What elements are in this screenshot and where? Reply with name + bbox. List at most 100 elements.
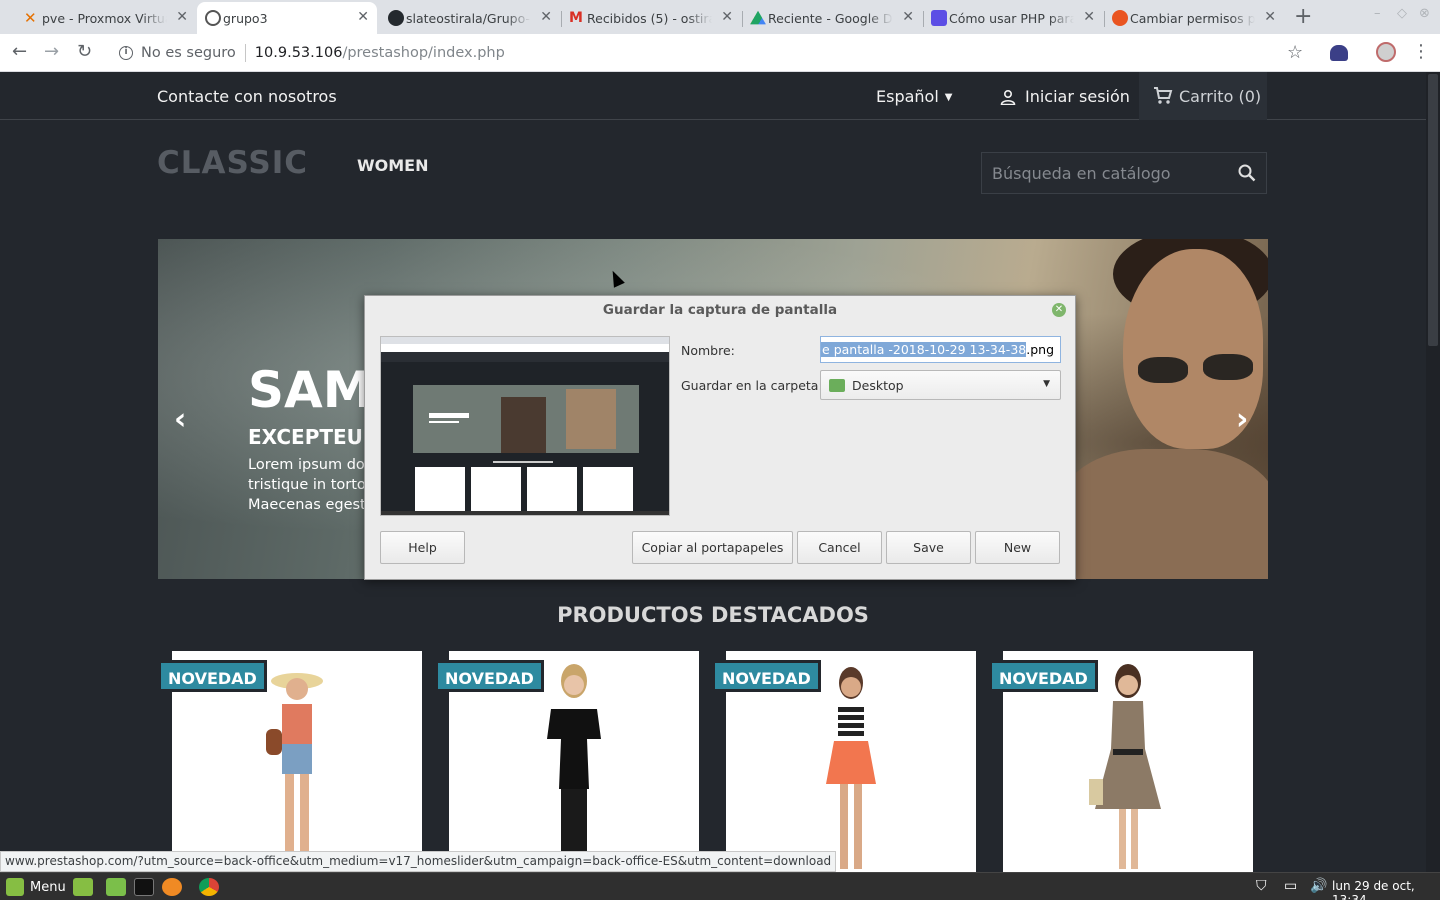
shield-icon[interactable]: ⛉: [1256, 878, 1267, 894]
novedad-badge: NOVEDAD: [989, 660, 1098, 692]
cart-button[interactable]: Carrito (0): [1139, 72, 1267, 120]
tab-title: slateostirala/Grupo-3: [406, 10, 531, 26]
back-icon[interactable]: ←: [12, 41, 27, 62]
search-icon[interactable]: [1238, 164, 1256, 182]
forward-icon[interactable]: →: [44, 41, 59, 62]
save-button[interactable]: Save: [886, 531, 971, 564]
file-manager-icon[interactable]: [106, 878, 126, 896]
folder-label: Guardar en la carpeta:: [681, 378, 823, 393]
clock[interactable]: lun 29 de oct, 13:34: [1332, 879, 1440, 900]
name-label: Nombre:: [681, 343, 735, 358]
shop-header: CLASSIC WOMEN: [0, 121, 1426, 213]
screenshot-thumbnail: [381, 337, 669, 515]
tab-grupo3[interactable]: grupo3 ✕: [197, 2, 377, 34]
link-status-bar: www.prestashop.com/?utm_source=back-offi…: [0, 851, 837, 872]
divider: [244, 44, 246, 62]
tab-title: Cómo usar PHP para: [949, 10, 1074, 26]
maximize-icon[interactable]: ◇: [1397, 6, 1407, 21]
url-text[interactable]: 10.9.53.106/prestashop/index.php: [255, 45, 505, 61]
folder-value: Desktop: [852, 377, 904, 393]
language-label: Español: [876, 87, 939, 106]
tab-github[interactable]: slateostirala/Grupo-3 ✕: [380, 2, 560, 34]
folder-select[interactable]: Desktop ▼: [820, 370, 1061, 400]
shop-top-nav: Contacte con nosotros Español ▼ Iniciar s…: [0, 72, 1426, 120]
close-tab-icon[interactable]: ✕: [902, 9, 914, 25]
firefox-icon[interactable]: [162, 878, 182, 896]
url-path: /prestashop/index.php: [342, 45, 505, 61]
menu-item-women[interactable]: WOMEN: [357, 156, 429, 175]
mint-menu-icon: [6, 878, 24, 896]
dialog-title: Guardar la captura de pantalla: [602, 302, 838, 318]
close-tab-icon[interactable]: ✕: [176, 9, 188, 25]
tab-strip: ✕ pve - Proxmox Virtual Environment ✕ gr…: [0, 0, 1440, 34]
bookmark-star-icon[interactable]: ☆: [1287, 42, 1303, 63]
slide-image-figure: [1203, 354, 1253, 380]
novedad-badge: NOVEDAD: [712, 660, 821, 692]
slider-next-icon[interactable]: ›: [1236, 402, 1248, 437]
tab-permisos[interactable]: Cambiar permisos para ✕: [1104, 2, 1284, 34]
close-icon[interactable]: ✕: [1052, 303, 1066, 317]
slider-prev-icon[interactable]: ‹: [174, 402, 186, 437]
close-tab-icon[interactable]: ✕: [1083, 9, 1095, 25]
contact-link[interactable]: Contacte con nosotros: [157, 87, 337, 106]
cart-icon: [1154, 87, 1173, 104]
notifications-icon[interactable]: ▭: [1284, 878, 1297, 894]
caret-down-icon: ▼: [944, 92, 953, 103]
close-tab-icon[interactable]: ✕: [721, 9, 733, 25]
tab-title: Recibidos (5) - ostirala: [587, 10, 712, 26]
copy-to-clipboard-button[interactable]: Copiar al portapapeles: [632, 531, 793, 564]
new-tab-icon[interactable]: +: [1294, 4, 1312, 29]
tab-gmail[interactable]: M Recibidos (5) - ostirala ✕: [561, 2, 741, 34]
browser-menu-icon[interactable]: ⋮: [1412, 41, 1430, 62]
tab-title: grupo3: [223, 10, 268, 26]
chrome-icon[interactable]: [199, 878, 219, 896]
featured-title: PRODUCTOS DESTACADOS: [557, 603, 869, 627]
filename-input[interactable]: Captura de pantalla -2018-10-29 13-34-38…: [820, 336, 1061, 363]
google-drive-icon: [750, 10, 766, 25]
profile-avatar[interactable]: [1376, 42, 1396, 62]
start-menu-button[interactable]: Menu: [6, 878, 66, 896]
close-tab-icon[interactable]: ✕: [540, 9, 552, 25]
user-icon: [1000, 89, 1016, 105]
cart-label: Carrito (0): [1179, 86, 1262, 106]
menu-label: Menu: [30, 879, 66, 895]
scrollbar-thumb[interactable]: [1428, 74, 1438, 346]
minimize-icon[interactable]: –: [1374, 6, 1381, 21]
info-icon[interactable]: i: [119, 46, 133, 60]
prestashop-icon: [205, 10, 221, 26]
save-screenshot-dialog: Guardar la captura de pantalla ✕ Nombre:…: [364, 295, 1076, 580]
proxmox-icon: ✕: [24, 9, 37, 27]
close-tab-icon[interactable]: ✕: [1264, 9, 1276, 25]
tab-google-drive[interactable]: Reciente - Google Drive ✕: [742, 2, 922, 34]
novedad-badge: NOVEDAD: [435, 660, 544, 692]
ubuntu-icon: [1112, 10, 1128, 26]
help-button[interactable]: Help: [380, 531, 465, 564]
catalog-search: [981, 152, 1267, 194]
reload-icon[interactable]: ↻: [77, 41, 92, 62]
language-selector[interactable]: Español ▼: [876, 87, 952, 106]
cancel-button[interactable]: Cancel: [797, 531, 882, 564]
volume-icon[interactable]: 🔊: [1310, 878, 1327, 894]
tab-proxmox[interactable]: ✕ pve - Proxmox Virtual Environment ✕: [16, 2, 196, 34]
desktop-taskbar: Menu ⛉ ▭ 🔊 lun 29 de oct, 13:34: [0, 872, 1440, 900]
shop-logo[interactable]: CLASSIC: [157, 145, 308, 181]
tab-php[interactable]: Cómo usar PHP para ✕: [923, 2, 1103, 34]
new-button[interactable]: New: [975, 531, 1060, 564]
slide-image-figure: [1058, 449, 1268, 579]
extension-icon[interactable]: [1330, 45, 1348, 61]
filename-extension: .png: [1026, 342, 1054, 357]
search-input[interactable]: [982, 153, 1232, 193]
tab-title: Reciente - Google Drive: [768, 10, 893, 26]
show-desktop-icon[interactable]: [73, 878, 93, 896]
close-window-icon[interactable]: ⊗: [1419, 6, 1430, 21]
url-host: 10.9.53.106: [254, 45, 343, 61]
signin-link[interactable]: Iniciar sesión: [1000, 87, 1130, 106]
browser-toolbar: ← → ↻ i No es seguro 10.9.53.106/prestas…: [0, 34, 1440, 72]
address-bar[interactable]: i No es seguro 10.9.53.106/prestashop/in…: [108, 37, 1324, 69]
close-tab-icon[interactable]: ✕: [357, 9, 369, 25]
terminal-icon[interactable]: [134, 878, 154, 896]
github-icon: [388, 10, 404, 26]
site-icon: [931, 10, 947, 26]
signin-label: Iniciar sesión: [1025, 87, 1130, 106]
security-label[interactable]: No es seguro: [141, 45, 236, 61]
